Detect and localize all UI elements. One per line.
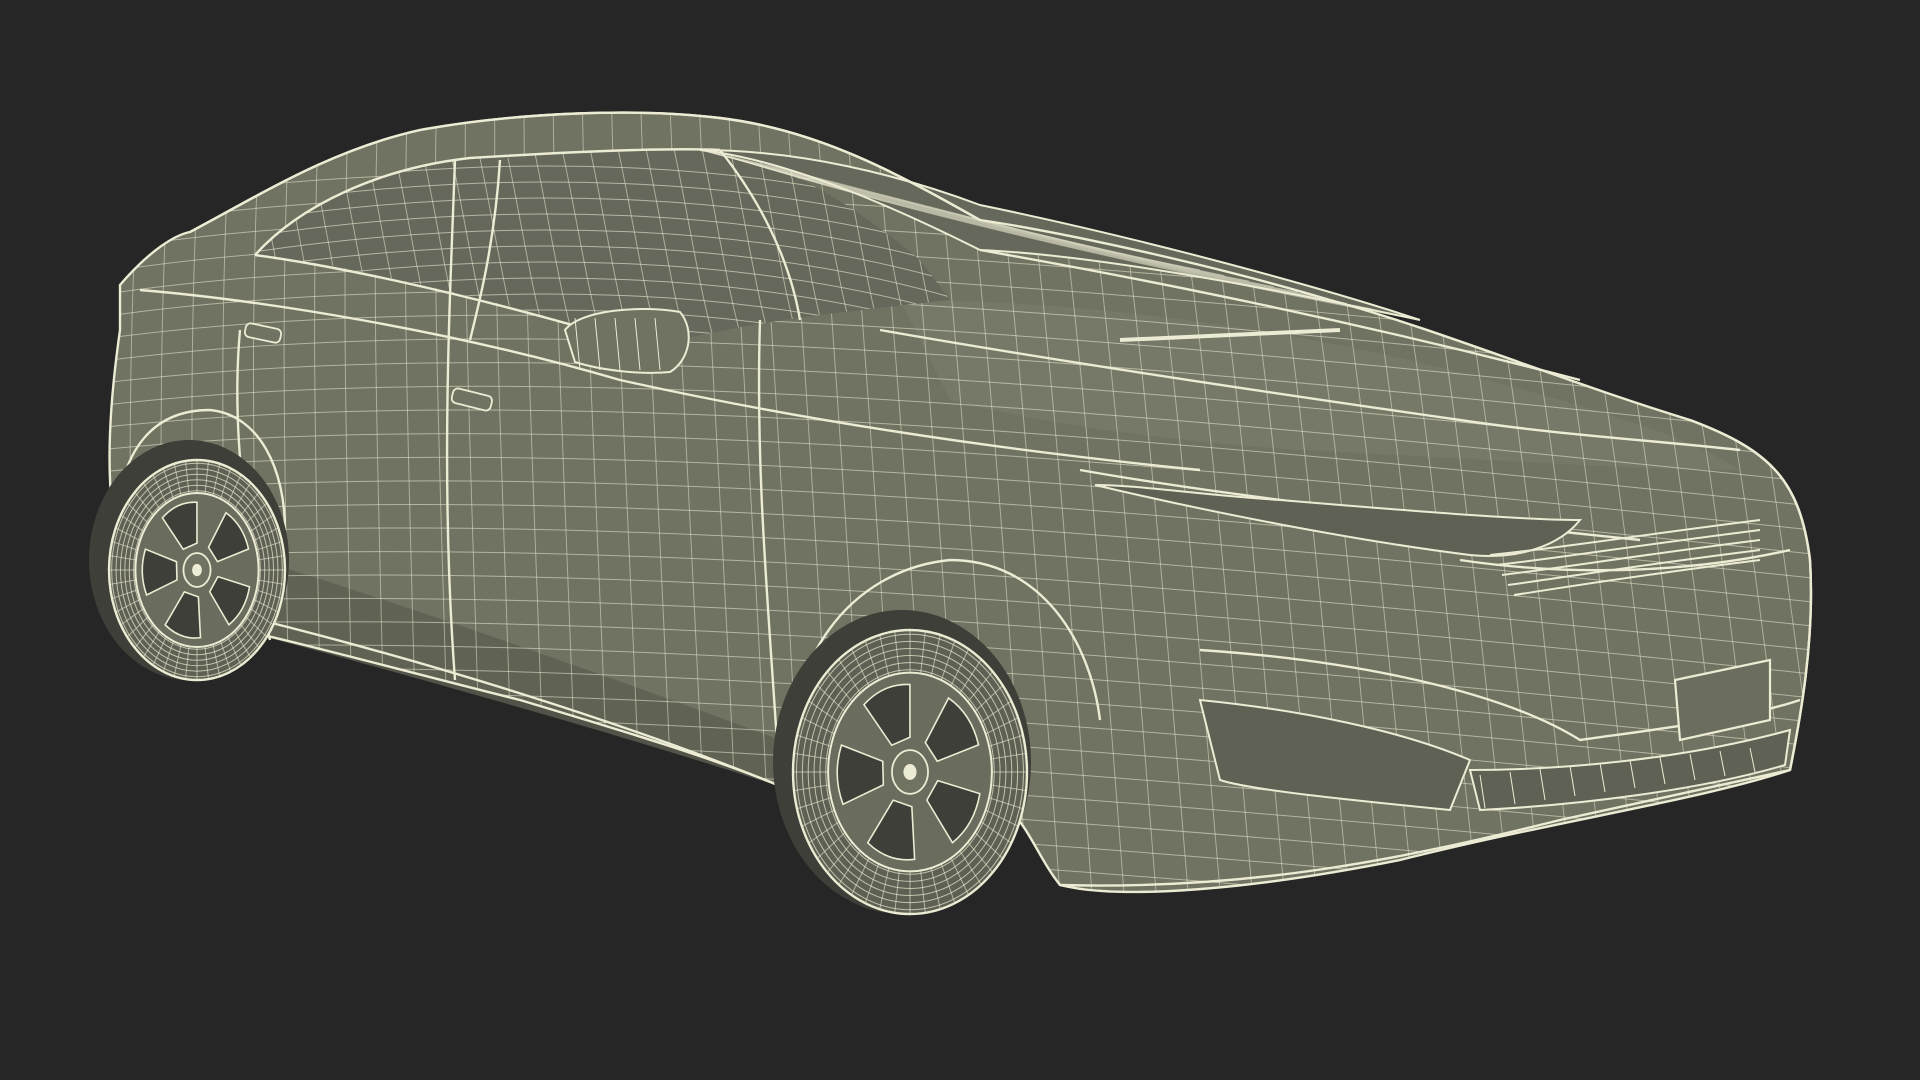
- front-wheel-center-cap: [903, 764, 917, 780]
- render-viewport: [0, 0, 1920, 1080]
- car-wireframe-render: [89, 111, 1813, 916]
- car-model: [89, 111, 1813, 916]
- rear-wheel-center-cap: [192, 563, 202, 577]
- side-mirror: [563, 308, 690, 374]
- car-body: [108, 111, 1813, 894]
